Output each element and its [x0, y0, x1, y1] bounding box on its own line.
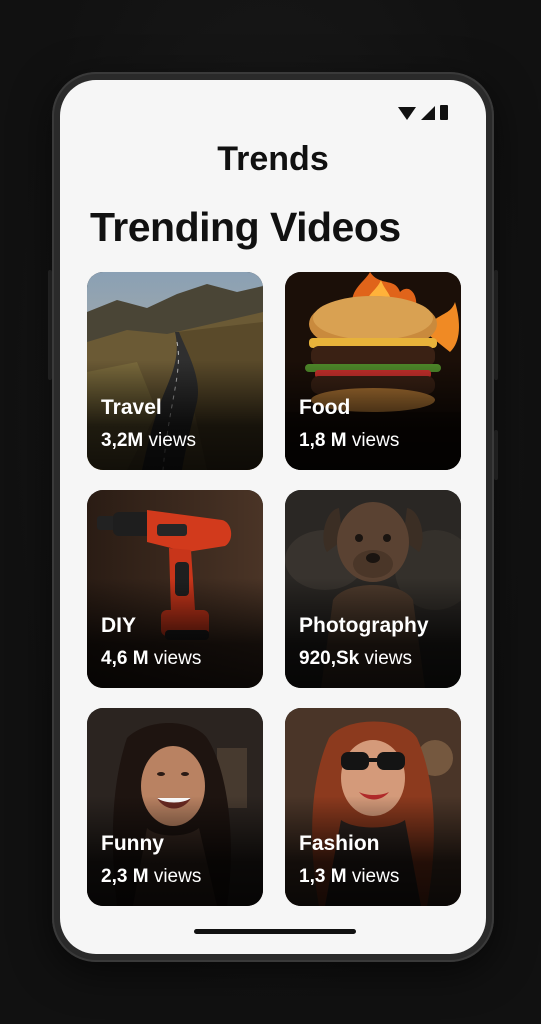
- views-unit: views: [153, 866, 202, 887]
- home-indicator[interactable]: [194, 929, 356, 934]
- backdrop: Trends Trending Videos Travel 3,2M views…: [0, 0, 541, 1024]
- views-count: 1,8 M: [299, 430, 347, 451]
- wifi-icon: [398, 107, 416, 120]
- card-views: 920,Sk views: [299, 648, 412, 670]
- battery-icon: [440, 105, 448, 120]
- card-title: Fashion: [299, 832, 380, 855]
- card-views: 4,6 M views: [101, 648, 201, 670]
- section-heading: Trending Videos: [90, 204, 401, 250]
- card-views: 1,3 M views: [299, 866, 399, 888]
- video-grid: Travel 3,2M views Food 1,8 M views DIY 4…: [87, 272, 461, 906]
- video-card-funny[interactable]: Funny 2,3 M views: [87, 708, 263, 906]
- views-count: 3,2M: [101, 430, 144, 451]
- views-count: 1,3 M: [299, 866, 347, 887]
- views-count: 4,6 M: [101, 648, 149, 669]
- card-title: Funny: [101, 832, 164, 855]
- card-title: Travel: [101, 396, 162, 419]
- views-unit: views: [351, 430, 400, 451]
- signal-icon: [421, 106, 435, 120]
- views-unit: views: [351, 866, 400, 887]
- page-title: Trends: [217, 140, 329, 178]
- phone-side-button-right: [494, 270, 498, 380]
- card-title: Food: [299, 396, 351, 419]
- views-count: 920,Sk: [299, 648, 360, 669]
- card-views: 3,2M views: [101, 430, 196, 452]
- card-views: 1,8 M views: [299, 430, 399, 452]
- views-unit: views: [148, 430, 197, 451]
- video-card-fashion[interactable]: Fashion 1,3 M views: [285, 708, 461, 906]
- video-card-photography[interactable]: Photography 920,Sk views: [285, 490, 461, 688]
- phone-side-button-right-lower: [494, 430, 498, 480]
- card-title: Photography: [299, 614, 429, 637]
- video-card-travel[interactable]: Travel 3,2M views: [87, 272, 263, 470]
- video-card-diy[interactable]: DIY 4,6 M views: [87, 490, 263, 688]
- status-bar: [398, 104, 448, 120]
- views-unit: views: [364, 648, 413, 669]
- card-title: DIY: [101, 614, 137, 637]
- phone-frame: Trends Trending Videos Travel 3,2M views…: [52, 72, 494, 962]
- views-unit: views: [153, 648, 202, 669]
- card-views: 2,3 M views: [101, 866, 201, 888]
- phone-screen: Trends Trending Videos Travel 3,2M views…: [60, 80, 486, 954]
- video-card-food[interactable]: Food 1,8 M views: [285, 272, 461, 470]
- views-count: 2,3 M: [101, 866, 149, 887]
